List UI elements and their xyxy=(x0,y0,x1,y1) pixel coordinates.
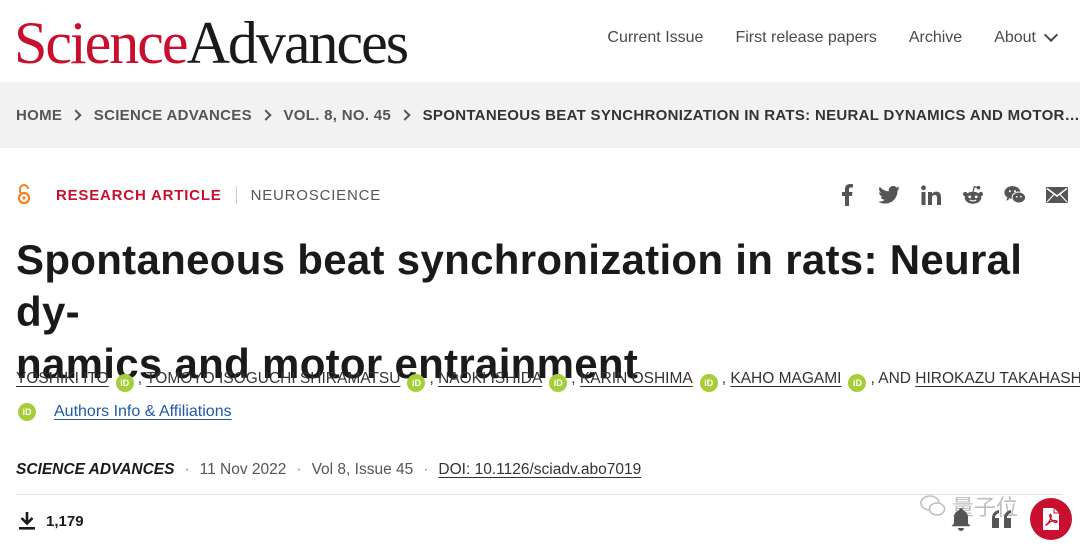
chevron-down-icon xyxy=(1043,27,1059,43)
logo-advances: Advances xyxy=(186,10,410,76)
chevron-right-icon xyxy=(70,109,82,121)
volume-issue[interactable]: Vol 8, Issue 45 xyxy=(312,461,414,479)
section-divider xyxy=(16,494,1062,495)
affiliations-row: iD Authors Info & Affiliations xyxy=(18,403,232,421)
publication-date: 11 Nov 2022 xyxy=(199,461,287,478)
article-type: RESEARCH ARTICLE xyxy=(56,186,222,204)
separator-dot: · xyxy=(423,461,429,478)
email-icon[interactable] xyxy=(1046,184,1068,206)
author-link[interactable]: KAHO MAGAMI xyxy=(730,370,841,387)
meta-divider xyxy=(235,186,237,204)
logo-science: Science xyxy=(14,10,189,76)
author-link[interactable]: KARIN OSHIMA xyxy=(580,370,693,387)
twitter-icon[interactable] xyxy=(878,184,900,206)
separator-dot: · xyxy=(184,461,190,478)
citation-line: SCIENCE ADVANCES · 11 Nov 2022 · Vol 8, … xyxy=(16,461,641,479)
nav-first-release-papers[interactable]: First release papers xyxy=(735,29,876,47)
site-logo[interactable]: ScienceAdvances xyxy=(14,10,410,76)
author-link[interactable]: HIROKAZU TAKAHASHI xyxy=(915,370,1080,387)
breadcrumb-issue[interactable]: VOL. 8, NO. 45 xyxy=(283,107,391,124)
orcid-icon[interactable]: iD xyxy=(115,374,134,392)
article-subject[interactable]: NEUROSCIENCE xyxy=(251,187,381,204)
doi-link[interactable]: DOI: 10.1126/sciadv.abo7019 xyxy=(438,461,641,479)
orcid-icon[interactable]: iD xyxy=(407,374,426,392)
author-link[interactable]: NAOKI ISHIDA xyxy=(438,370,542,387)
bell-icon[interactable] xyxy=(948,506,974,532)
and-label: AND xyxy=(878,370,911,387)
wechat-icon[interactable] xyxy=(1004,184,1026,206)
breadcrumb-current: SPONTANEOUS BEAT SYNCHRONIZATION IN RATS… xyxy=(422,106,1080,124)
orcid-icon[interactable]: iD xyxy=(848,374,867,392)
downloads-count: 1,179 xyxy=(18,511,84,531)
pdf-icon[interactable] xyxy=(1030,498,1072,540)
site-header: ScienceAdvances Current Issue First rele… xyxy=(0,0,1080,82)
reddit-icon[interactable] xyxy=(962,184,984,206)
linkedin-icon[interactable] xyxy=(920,184,942,206)
author-link[interactable]: YOSHIKI ITO xyxy=(16,370,109,387)
article-meta: RESEARCH ARTICLE NEUROSCIENCE xyxy=(16,184,381,206)
downloads-value: 1,179 xyxy=(46,512,84,530)
main-nav: Current Issue First release papers Archi… xyxy=(607,27,1059,47)
article-title: Spontaneous beat synchronization in rats… xyxy=(16,234,1056,390)
author-list: YOSHIKI ITO iD, TOMOYO ISOGUCHI SHIRAMATS… xyxy=(16,368,1080,392)
breadcrumb-home[interactable]: HOME xyxy=(16,107,62,124)
orcid-icon[interactable]: iD xyxy=(699,374,718,392)
nav-archive[interactable]: Archive xyxy=(909,29,962,47)
cite-icon[interactable] xyxy=(988,506,1016,532)
authors-info-link[interactable]: Authors Info & Affiliations xyxy=(54,403,232,421)
orcid-icon[interactable]: iD xyxy=(549,374,568,392)
journal-name[interactable]: SCIENCE ADVANCES xyxy=(16,461,174,479)
breadcrumb: HOME SCIENCE ADVANCES VOL. 8, NO. 45 SPO… xyxy=(0,82,1080,148)
separator-dot: · xyxy=(296,461,302,478)
nav-current-issue[interactable]: Current Issue xyxy=(607,29,703,47)
breadcrumb-journal[interactable]: SCIENCE ADVANCES xyxy=(94,107,252,124)
chevron-right-icon xyxy=(260,109,272,121)
facebook-icon[interactable] xyxy=(836,184,858,206)
download-icon xyxy=(18,511,36,531)
share-bar xyxy=(836,184,1068,206)
open-access-icon xyxy=(16,184,32,206)
wechat-icon xyxy=(920,495,946,516)
nav-about[interactable]: About xyxy=(994,27,1059,47)
orcid-icon[interactable]: iD xyxy=(18,403,36,421)
chevron-right-icon xyxy=(399,109,411,121)
article-title-line1: Spontaneous beat synchronization in rats… xyxy=(16,236,1023,335)
nav-about-label: About xyxy=(994,29,1036,46)
article-tools xyxy=(948,498,1072,540)
author-link[interactable]: TOMOYO ISOGUCHI SHIRAMATSU xyxy=(146,370,400,387)
